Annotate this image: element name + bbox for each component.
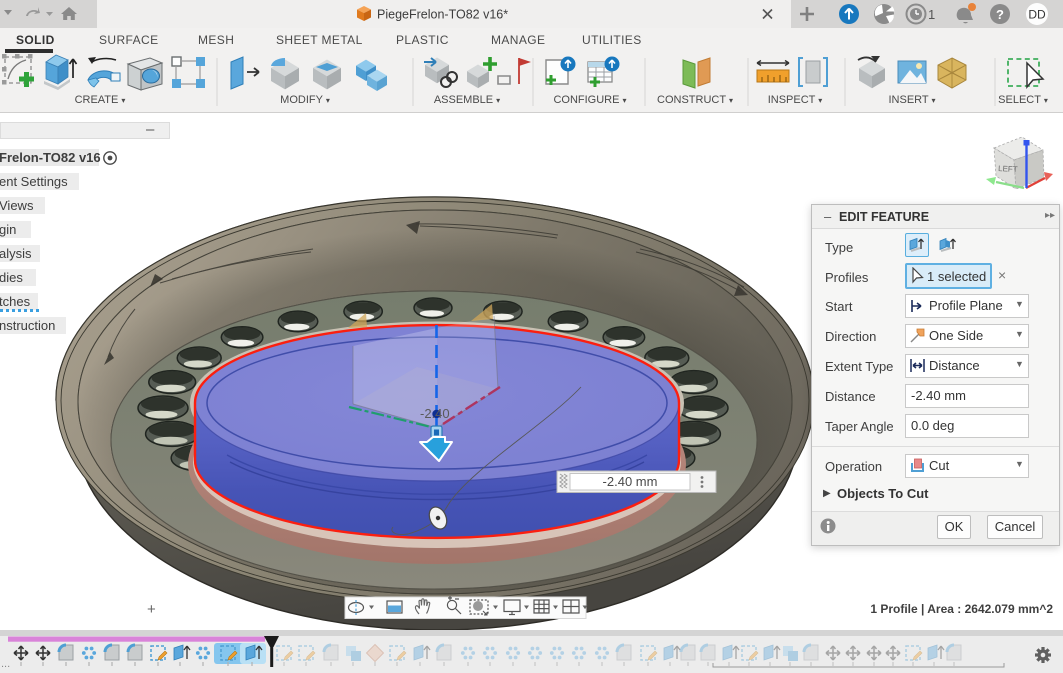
svg-text:...: ... xyxy=(1,658,10,670)
